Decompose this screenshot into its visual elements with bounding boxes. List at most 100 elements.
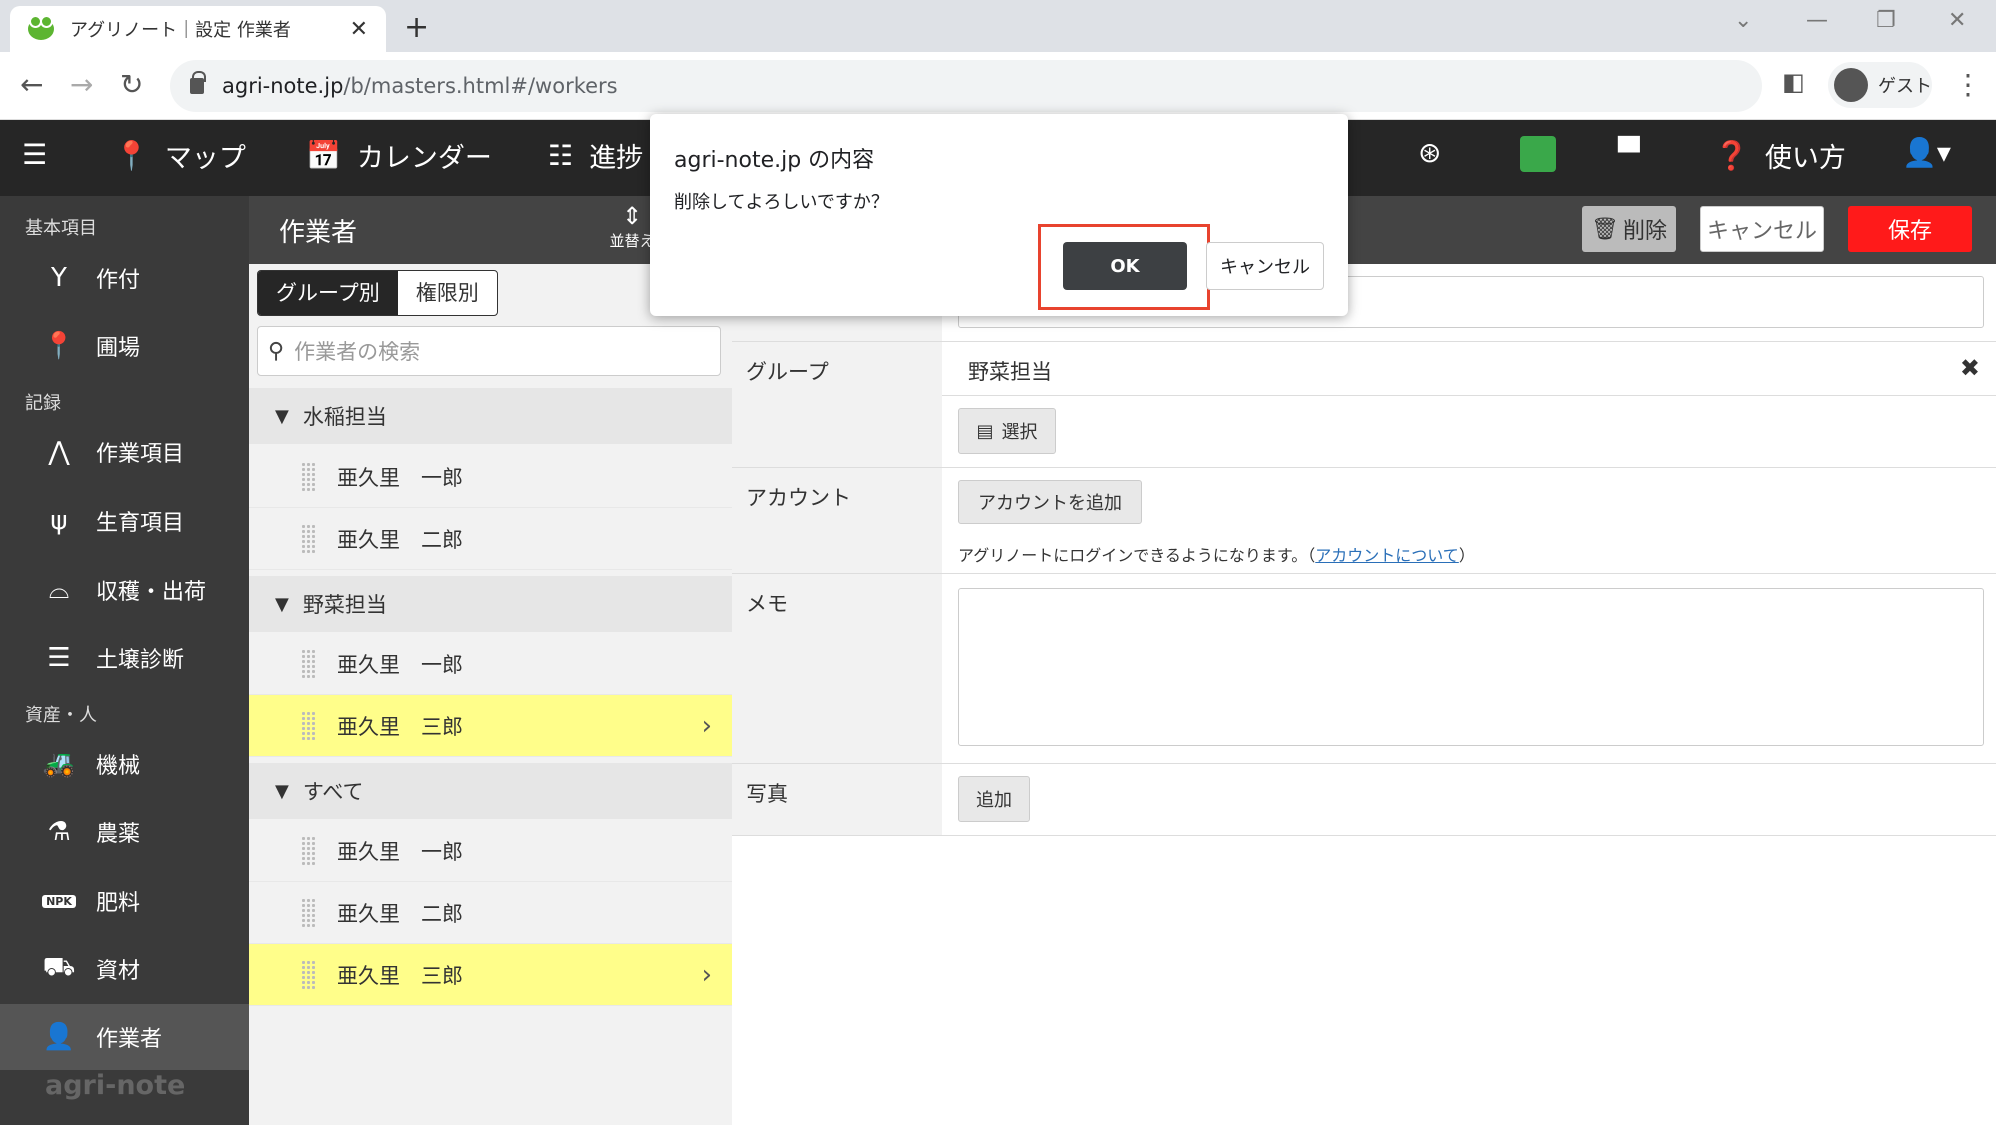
- sprout-icon: Y: [51, 263, 67, 293]
- confirm-dialog: agri-note.jp の内容 削除してよろしいですか？ OK キャンセル: [650, 114, 1348, 316]
- sidebar-item-fertilizer[interactable]: NPK 肥料: [0, 868, 249, 934]
- save-button[interactable]: 保存: [1848, 206, 1972, 252]
- nav-weather[interactable]: ⊛: [1418, 136, 1457, 169]
- drag-handle-icon[interactable]: [301, 461, 317, 492]
- asterisk-badge-icon: ⊛: [1418, 136, 1442, 169]
- add-photo-button[interactable]: 追加: [958, 776, 1030, 822]
- remove-icon[interactable]: ✖: [1960, 354, 1980, 382]
- search-placeholder: 作業者の検索: [294, 340, 421, 364]
- nav-progress-label: 進捗: [589, 143, 644, 174]
- add-account-button[interactable]: アカウントを追加: [958, 480, 1142, 524]
- group-name: すべて: [302, 780, 364, 804]
- list-item[interactable]: 亜久里 一郎: [249, 820, 732, 882]
- help-icon: ❓: [1714, 139, 1749, 172]
- nav-help[interactable]: ❓ 使い方: [1714, 136, 1846, 175]
- user-icon: 👤▾: [1902, 136, 1951, 169]
- frog-favicon-icon: [28, 15, 54, 40]
- highlight-box: OK: [1038, 224, 1210, 310]
- tab-search-icon[interactable]: ⌄: [1734, 8, 1752, 33]
- sidebar-item-label: 肥料: [96, 891, 141, 916]
- nav-help-label: 使い方: [1764, 143, 1846, 174]
- back-icon[interactable]: ←: [20, 68, 43, 101]
- profile-label: ゲスト: [1878, 76, 1932, 97]
- nav-chat[interactable]: ▀: [1618, 136, 1656, 169]
- sidebar-item-label: 圃場: [96, 336, 141, 361]
- drag-handle-icon[interactable]: [301, 897, 317, 928]
- list-item-selected[interactable]: 亜久里 三郎 ›: [249, 944, 732, 1006]
- nav-calendar[interactable]: 📅 カレンダー: [306, 136, 492, 175]
- profile-button[interactable]: ゲスト: [1828, 62, 1932, 108]
- sidebar-item-task[interactable]: ⋀ 作業項目: [0, 419, 249, 485]
- cancel-button[interactable]: キャンセル: [1700, 206, 1824, 252]
- drag-handle-icon[interactable]: [301, 835, 317, 866]
- group-header[interactable]: ▼ 野菜担当: [249, 576, 732, 632]
- trash-icon: 🗑: [1591, 216, 1619, 242]
- new-tab-button[interactable]: +: [404, 10, 429, 45]
- group-header[interactable]: ▼ すべて: [249, 763, 732, 819]
- sidebar-section-records: 記録: [25, 393, 61, 414]
- browser-tab-bar: アグリノート｜設定 作業者 ✕ + ⌄ — ❐ ✕: [0, 0, 1996, 52]
- url-path: /b/masters.html#/workers: [343, 74, 618, 98]
- sidebar: 基本項目 Y 作付 📍 圃場 記録 ⋀ 作業項目 ψ 生育項目 ⌓ 収穫・出荷 ☰ 土壌診断…: [0, 196, 249, 1125]
- dialog-title: agri-note.jp の内容: [674, 148, 875, 173]
- sidebar-item-label: 作付: [96, 268, 141, 293]
- worker-detail-form: グループ 野菜担当 ✖ ▤ 選択 アカウント アカウントを追加 アグリノートにログ…: [732, 264, 1996, 1125]
- calendar-icon: 📅: [306, 139, 341, 172]
- drag-handle-icon[interactable]: [301, 648, 317, 679]
- sidebar-item-field[interactable]: 📍 圃場: [0, 313, 249, 379]
- url-field[interactable]: agri-note.jp/b/masters.html#/workers: [170, 60, 1762, 112]
- chat-icon: ▀: [1618, 136, 1640, 169]
- forward-icon[interactable]: →: [70, 68, 93, 101]
- sidebar-item-crop[interactable]: Y 作付: [0, 245, 249, 311]
- sidebar-item-growth[interactable]: ψ 生育項目: [0, 488, 249, 554]
- select-group-button[interactable]: ▤ 選択: [958, 408, 1056, 454]
- reload-icon[interactable]: ↻: [120, 68, 143, 101]
- drag-handle-icon[interactable]: [301, 959, 317, 990]
- segment-by-permission[interactable]: 権限別: [398, 271, 497, 315]
- browser-tab[interactable]: アグリノート｜設定 作業者 ✕: [10, 6, 386, 52]
- dialog-cancel-button[interactable]: キャンセル: [1206, 242, 1324, 290]
- list-item[interactable]: 亜久里 一郎: [249, 633, 732, 695]
- ok-button[interactable]: OK: [1063, 242, 1187, 290]
- drag-handle-icon[interactable]: [301, 523, 317, 554]
- sidebar-item-machine[interactable]: 🚜 機械: [0, 731, 249, 797]
- list-item[interactable]: 亜久里 二郎: [249, 882, 732, 944]
- list-item[interactable]: 亜久里 一郎: [249, 446, 732, 508]
- menu-toggle-icon[interactable]: ☰: [22, 138, 63, 171]
- sidebar-item-soil[interactable]: ☰ 土壌診断: [0, 625, 249, 691]
- list-item-selected[interactable]: 亜久里 三郎 ›: [249, 695, 732, 757]
- basket-icon: ⌓: [48, 574, 70, 605]
- search-input[interactable]: ⚲ 作業者の検索: [257, 326, 721, 376]
- list-item[interactable]: 亜久里 二郎: [249, 508, 732, 570]
- nav-farm-search[interactable]: [1520, 136, 1572, 172]
- nav-progress[interactable]: ☷ 進捗: [548, 136, 643, 175]
- minimize-icon[interactable]: —: [1806, 8, 1828, 33]
- brand-logo: agri-note: [45, 1070, 186, 1101]
- user-menu[interactable]: 👤▾: [1902, 136, 1967, 169]
- sidebar-item-material[interactable]: ⛟ 資材: [0, 936, 249, 1002]
- menu-icon[interactable]: ⋮: [1954, 68, 1982, 101]
- sidebar-item-harvest[interactable]: ⌓ 収穫・出荷: [0, 557, 249, 623]
- sidebar-item-pesticide[interactable]: ⚗ 農薬: [0, 799, 249, 865]
- delete-button[interactable]: 🗑 削除: [1582, 206, 1676, 252]
- window-close-icon[interactable]: ✕: [1948, 8, 1966, 33]
- account-note-end: ）: [1458, 546, 1475, 565]
- select-label: 選択: [1001, 422, 1038, 443]
- nav-map[interactable]: 📍 マップ: [114, 136, 246, 175]
- sidebar-item-label: 作業者: [96, 1027, 163, 1052]
- segment-by-group[interactable]: グループ別: [258, 271, 398, 315]
- restore-icon[interactable]: ❐: [1876, 8, 1896, 33]
- group-header[interactable]: ▼ 水稲担当: [249, 388, 732, 444]
- side-panel-icon[interactable]: ◧: [1782, 68, 1805, 96]
- collapse-triangle-icon: ▼: [275, 780, 289, 802]
- avatar-icon: [1834, 68, 1868, 102]
- account-help-link[interactable]: アカウントについて: [1315, 546, 1459, 565]
- memo-field-row: [942, 574, 1996, 764]
- wheelbarrow-icon: ⛟: [42, 952, 76, 982]
- drag-handle-icon[interactable]: [301, 710, 317, 741]
- sidebar-item-label: 土壌診断: [96, 648, 185, 673]
- sidebar-item-worker[interactable]: 👤 作業者: [0, 1004, 249, 1070]
- tab-close-icon[interactable]: ✕: [350, 17, 368, 42]
- memo-label: メモ: [732, 574, 942, 764]
- memo-textarea[interactable]: [958, 588, 1984, 746]
